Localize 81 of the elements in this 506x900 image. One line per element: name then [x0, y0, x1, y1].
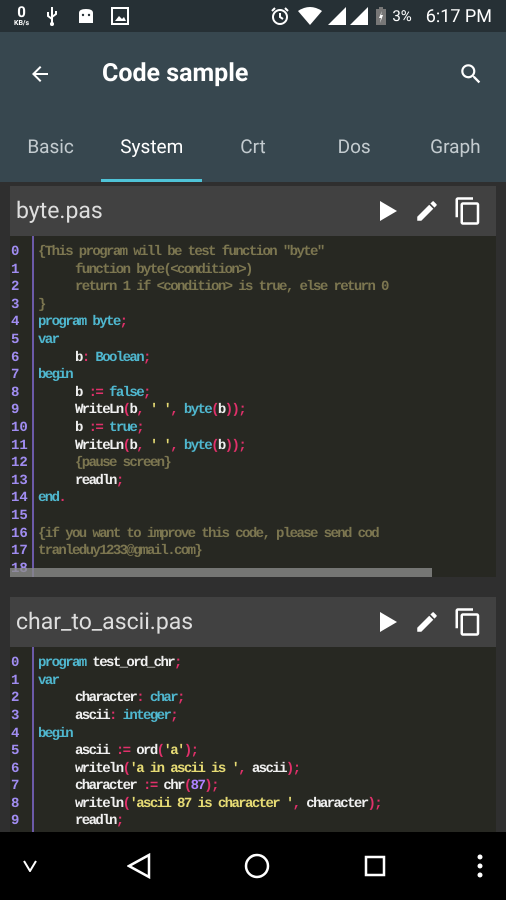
- line-number: 8: [10, 796, 20, 814]
- code-line: character: char;: [74, 690, 184, 708]
- screen-title: Code sample: [102, 58, 250, 90]
- line-number: 3: [10, 708, 20, 726]
- usb-icon: [45, 6, 60, 26]
- code-line: b: Boolean;: [74, 350, 150, 368]
- line-number: 0: [10, 655, 20, 673]
- code-line: readln;: [74, 813, 123, 832]
- line-number: 16: [10, 526, 29, 544]
- line-number: 1: [10, 672, 20, 690]
- code-line: {pause screen}: [74, 455, 170, 473]
- line-number: 4: [10, 726, 20, 744]
- code-line: end.: [38, 490, 66, 508]
- line-number: 5: [10, 332, 20, 350]
- play-icon: [378, 200, 398, 222]
- line-number: 8: [10, 384, 20, 402]
- network-speed: 0: [17, 5, 26, 20]
- tab[interactable]: System: [101, 116, 202, 182]
- alarm-icon: [270, 6, 290, 26]
- home-button[interactable]: [242, 851, 272, 881]
- chevron-down-icon: [23, 860, 37, 872]
- circle-home-icon: [244, 853, 270, 879]
- line-number: 10: [10, 420, 29, 438]
- tab[interactable]: Crt: [202, 116, 304, 182]
- battery-level: 3%: [392, 6, 412, 27]
- line-number: 1: [10, 262, 20, 280]
- code-line: writeln('ascii 87 is character ', character);: [74, 796, 382, 814]
- line-number: 4: [10, 314, 20, 332]
- square-recents-icon: [364, 855, 386, 877]
- code-line: program test_ord_chr;: [38, 655, 181, 673]
- code-line: function byte(<condition>): [74, 262, 252, 280]
- clock: 6:17 PM: [426, 4, 492, 28]
- line-number: 6: [10, 350, 20, 368]
- wifi-icon: [298, 7, 322, 25]
- line-number: 6: [10, 760, 20, 778]
- code-line: program byte;: [38, 314, 126, 332]
- line-number: 12: [10, 455, 29, 473]
- line-number: 2: [10, 690, 20, 708]
- line-number: 2: [10, 279, 20, 297]
- line-number: 11: [10, 438, 29, 456]
- battery-icon: [376, 7, 386, 25]
- code-line: begin: [38, 367, 72, 385]
- code-line: b := false;: [74, 384, 150, 402]
- code-line: WriteLn(b, ' ', byte(b));: [74, 438, 246, 456]
- tab[interactable]: Basic: [0, 116, 102, 182]
- line-number: 15: [10, 508, 29, 526]
- code-line: {if you want to improve this code, please send cod: [38, 526, 378, 544]
- tab[interactable]: Graph: [404, 116, 506, 182]
- tab[interactable]: Dos: [304, 116, 405, 182]
- line-number: 9: [10, 813, 20, 832]
- code-line: return 1 if <condition> is true, else return 0: [74, 279, 388, 297]
- code-line: WriteLn(b, ' ', byte(b));: [74, 402, 246, 420]
- line-number: 5: [10, 743, 20, 761]
- code-line: }: [38, 296, 45, 314]
- file-name: byte.pas: [16, 196, 104, 226]
- line-number: 14: [10, 490, 29, 508]
- code-line: readln;: [74, 472, 123, 490]
- play-icon: [378, 611, 398, 634]
- triangle-back-icon: [127, 853, 151, 879]
- line-number: 13: [10, 472, 29, 490]
- line-number: 7: [10, 778, 20, 796]
- code-line: tranleduy1233@gmail.com}: [38, 543, 202, 561]
- code-line: ascii: integer;: [74, 708, 178, 726]
- line-number: 9: [10, 402, 20, 420]
- code-line: {This program will be test function "byte": [38, 244, 324, 262]
- line-number: 17: [10, 543, 29, 561]
- line-number: 0: [10, 244, 20, 262]
- code-line: b := true;: [74, 420, 144, 438]
- code-line: writeln('a in ascii is ', ascii);: [74, 760, 300, 778]
- code-line: character := chr(87);: [74, 778, 218, 796]
- line-number: 7: [10, 367, 20, 385]
- code-line: ascii := ord('a');: [74, 743, 198, 761]
- more-icon: [477, 854, 483, 878]
- signal-icon: [328, 7, 346, 25]
- image-icon: [111, 7, 130, 25]
- code-line: var: [38, 332, 58, 350]
- code-line: var: [38, 672, 58, 690]
- file-name: char_to_ascii.pas: [16, 606, 194, 637]
- line-number: 3: [10, 296, 20, 314]
- code-line: begin: [38, 726, 72, 744]
- signal-icon: [350, 7, 368, 25]
